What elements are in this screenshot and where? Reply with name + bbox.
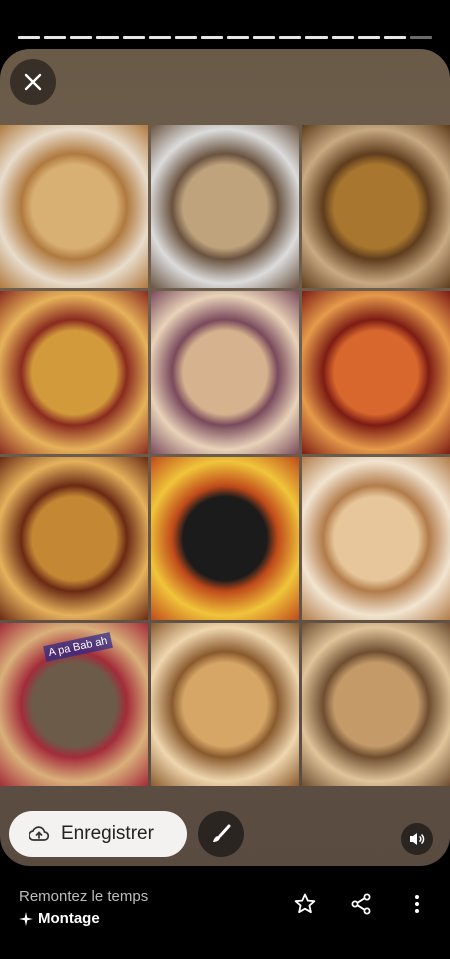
progress-segment (227, 36, 250, 39)
progress-segment (174, 36, 197, 39)
progress-segment (253, 36, 276, 39)
pizza-photo-5 (151, 291, 299, 454)
memory-subtitle-label: Montage (38, 910, 100, 927)
progress-segment (96, 36, 119, 39)
photo-caption: A pa Bab ah (43, 632, 113, 662)
story-progress-bar (18, 36, 432, 39)
pizza-photo-10: A pa Bab ah (0, 623, 148, 786)
memory-subtitle: Montage (19, 910, 100, 927)
pizza-photo-12 (302, 623, 450, 786)
progress-segment (122, 36, 145, 39)
paintbrush-icon (213, 824, 231, 842)
progress-segment (331, 36, 354, 39)
share-icon (351, 893, 371, 915)
save-button-label: Enregistrer (61, 823, 154, 844)
pizza-photo-6 (302, 291, 450, 454)
pizza-photo-4 (0, 291, 148, 454)
close-icon (24, 73, 42, 91)
progress-segment (18, 36, 41, 39)
progress-segment (409, 36, 432, 39)
sparkle-icon (19, 911, 33, 926)
more-vert-icon (415, 895, 419, 913)
progress-segment (44, 36, 67, 39)
volume-icon (410, 833, 425, 845)
close-button[interactable] (10, 59, 56, 105)
share-button[interactable] (346, 889, 376, 919)
progress-segment (383, 36, 406, 39)
progress-segment (279, 36, 302, 39)
edit-button[interactable] (198, 811, 244, 857)
pizza-photo-2 (151, 125, 299, 288)
progress-segment (305, 36, 328, 39)
memory-title: Remontez le temps (19, 888, 149, 905)
more-options-button[interactable] (402, 889, 432, 919)
progress-segment (148, 36, 171, 39)
progress-segment (200, 36, 223, 39)
pizza-photo-11 (151, 623, 299, 786)
pizza-photo-3 (302, 125, 450, 288)
pizza-photo-7 (0, 457, 148, 620)
pizza-photo-1 (0, 125, 148, 288)
pizza-photo-9 (302, 457, 450, 620)
save-button[interactable]: Enregistrer (9, 811, 187, 857)
star-icon (294, 893, 316, 914)
volume-button[interactable] (401, 823, 433, 855)
progress-segment (70, 36, 93, 39)
pizzeria-flyer (151, 457, 299, 620)
cloud-upload-icon (29, 826, 49, 841)
progress-segment (357, 36, 380, 39)
photo-collage: A pa Bab ah (0, 125, 450, 786)
memory-card[interactable]: A pa Bab ah Enregistrer (0, 49, 450, 866)
favorite-button[interactable] (290, 889, 320, 919)
